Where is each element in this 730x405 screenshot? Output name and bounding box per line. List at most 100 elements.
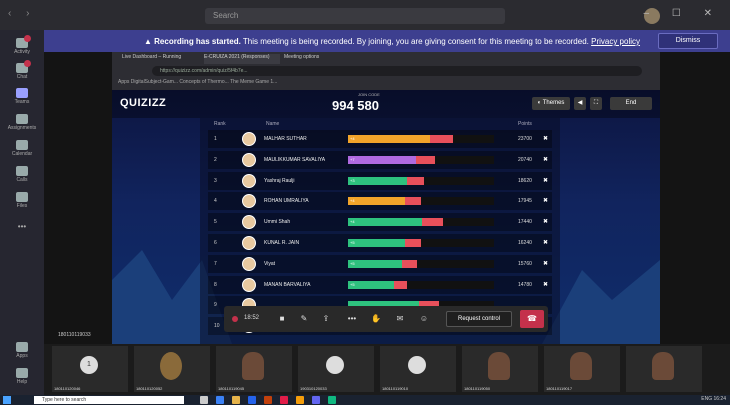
powerpoint-icon[interactable] xyxy=(264,396,272,404)
participant-name: 180110119010 xyxy=(382,386,409,391)
rail-item-activity[interactable]: Activity xyxy=(0,35,44,55)
score-bar-incorrect xyxy=(405,197,421,206)
participant-tile[interactable]: 1 180110120046 xyxy=(52,346,128,392)
participants-icon[interactable]: ☺ xyxy=(418,313,430,325)
share-icon[interactable]: ⇪ xyxy=(320,313,332,325)
browser-tab[interactable]: E-CRUIZA 2021 (Responses) xyxy=(204,54,280,64)
participant-tile[interactable]: 180110119010 xyxy=(380,346,456,392)
task-view-icon[interactable] xyxy=(200,396,208,404)
points-cell: 18620 xyxy=(518,177,532,184)
themes-button[interactable]: ◐ Themes xyxy=(532,97,570,110)
end-button[interactable]: End xyxy=(610,97,652,110)
window-controls[interactable]: – ☐ ✕ xyxy=(644,8,722,19)
rail-item-teams[interactable]: Teams xyxy=(0,88,44,105)
nav-arrows[interactable]: ‹ › xyxy=(8,8,35,19)
rail-more[interactable]: ••• xyxy=(0,222,44,231)
streak-label: +4 xyxy=(350,136,355,141)
points-cell: 23700 xyxy=(518,136,532,142)
close-icon[interactable]: ✖ xyxy=(543,197,548,204)
participant-tile[interactable]: 180110119045 xyxy=(216,346,292,392)
score-bar-correct xyxy=(348,155,416,164)
taskbar-search-input[interactable]: Type here to search xyxy=(34,396,184,404)
file-icon xyxy=(16,192,28,202)
rank-cell: 10 xyxy=(214,323,220,330)
player-name: KUNAL R. JAIN xyxy=(264,240,300,246)
request-control-button[interactable]: Request control xyxy=(446,311,512,327)
privacy-policy-link[interactable]: Privacy policy xyxy=(591,37,640,46)
close-icon[interactable]: ✖ xyxy=(543,177,548,184)
office-icon[interactable] xyxy=(280,396,288,404)
participant-tile[interactable]: 190310120033 xyxy=(298,346,374,392)
score-bar-correct xyxy=(348,176,407,185)
rail-item-help[interactable]: Help xyxy=(0,368,44,385)
bookmarks-bar[interactable]: Apps DigitalSubject-Gam... Concepts of T… xyxy=(118,79,277,85)
chrome-icon[interactable] xyxy=(296,396,304,404)
mic-icon[interactable]: ✎ xyxy=(298,313,310,325)
close-icon[interactable]: ✖ xyxy=(543,135,548,142)
rail-item-calls[interactable]: Calls xyxy=(0,166,44,183)
app-icon[interactable] xyxy=(328,396,336,404)
system-tray[interactable]: ENG 16:24 xyxy=(701,396,726,402)
participant-tile[interactable]: 180110119050 xyxy=(462,346,538,392)
browser-tab[interactable]: Live Dashboard – Running xyxy=(122,54,200,64)
score-bar-incorrect xyxy=(416,155,435,164)
rail-item-assignments[interactable]: Assignments xyxy=(0,114,44,131)
participant-id-label: 180110119033 xyxy=(58,332,91,338)
dismiss-button[interactable]: Dismiss xyxy=(658,33,718,49)
streak-label: +3 xyxy=(350,177,355,183)
meeting-controls: 18:52 ■ ✎ ⇪ ••• ✋ ✉ ☺ Request control ☎ xyxy=(224,306,548,332)
participant-tile[interactable]: 180110119017 xyxy=(544,346,620,392)
raise-hand-icon[interactable]: ✋ xyxy=(370,313,382,325)
chat-icon[interactable]: ✉ xyxy=(394,313,406,325)
close-icon[interactable]: ✖ xyxy=(543,156,548,163)
hang-up-button[interactable]: ☎ xyxy=(520,310,544,328)
more-icon[interactable]: ••• xyxy=(346,313,358,325)
close-icon[interactable]: ✖ xyxy=(543,260,548,267)
points-cell: 14780 xyxy=(518,281,532,288)
close-icon[interactable]: ✖ xyxy=(543,239,548,246)
participant-avatar xyxy=(326,356,344,374)
avatar xyxy=(242,277,256,292)
participant-photo xyxy=(160,352,182,380)
points-cell: 17440 xyxy=(518,219,532,226)
rail-item-apps[interactable]: Apps xyxy=(0,342,44,359)
explorer-icon[interactable] xyxy=(232,396,240,404)
points-cell: 16240 xyxy=(518,240,532,246)
points-cell: 20740 xyxy=(518,156,532,163)
edge-icon[interactable] xyxy=(216,396,224,404)
table-row: 1 MALHAR SUTHAR +4 23700 ✖ xyxy=(208,130,552,148)
rail-item-chat[interactable]: Chat xyxy=(0,60,44,80)
participant-tile[interactable] xyxy=(626,346,702,392)
sound-button[interactable]: ◀ xyxy=(574,97,586,110)
avatar xyxy=(242,256,256,271)
assignments-icon xyxy=(16,114,28,124)
score-bar-incorrect xyxy=(430,135,453,143)
fullscreen-button[interactable]: ⛶ xyxy=(590,97,602,110)
rail-item-files[interactable]: Files xyxy=(0,192,44,209)
participant-tile[interactable]: 180110120052 xyxy=(134,346,210,392)
player-name: Yashraj Raulji xyxy=(264,177,295,184)
streak-label: +7 xyxy=(350,156,355,162)
help-icon xyxy=(16,368,28,378)
joincode: 994 580 xyxy=(332,98,379,113)
search-input[interactable]: Search xyxy=(205,8,505,24)
teams-icon[interactable] xyxy=(312,396,320,404)
address-bar[interactable]: https://quizizz.com/admin/quiz/5f4b7e... xyxy=(152,66,642,76)
streak-label: +5 xyxy=(350,260,355,266)
windows-taskbar: Type here to search ENG 16:24 xyxy=(0,395,730,405)
word-icon[interactable] xyxy=(248,396,256,404)
windows-start-icon[interactable] xyxy=(3,396,11,404)
player-name: MAULIKKUMAR SAVALIYA xyxy=(264,156,326,163)
recording-banner: ▲ Recording has started. This meeting is… xyxy=(44,30,730,52)
record-icon: ▲ xyxy=(144,37,155,46)
rail-item-calendar[interactable]: Calendar xyxy=(0,140,44,157)
camera-icon[interactable]: ■ xyxy=(276,313,288,325)
rail-label: Assignments xyxy=(7,125,37,131)
score-bar-incorrect xyxy=(402,259,417,268)
player-name: Viyat xyxy=(264,260,276,267)
close-icon[interactable]: ✖ xyxy=(543,281,548,288)
browser-tab[interactable]: Meeting options xyxy=(284,54,356,64)
close-icon[interactable]: ✖ xyxy=(543,218,548,225)
call-timer: 18:52 xyxy=(244,315,260,321)
score-bar-correct xyxy=(348,239,405,247)
